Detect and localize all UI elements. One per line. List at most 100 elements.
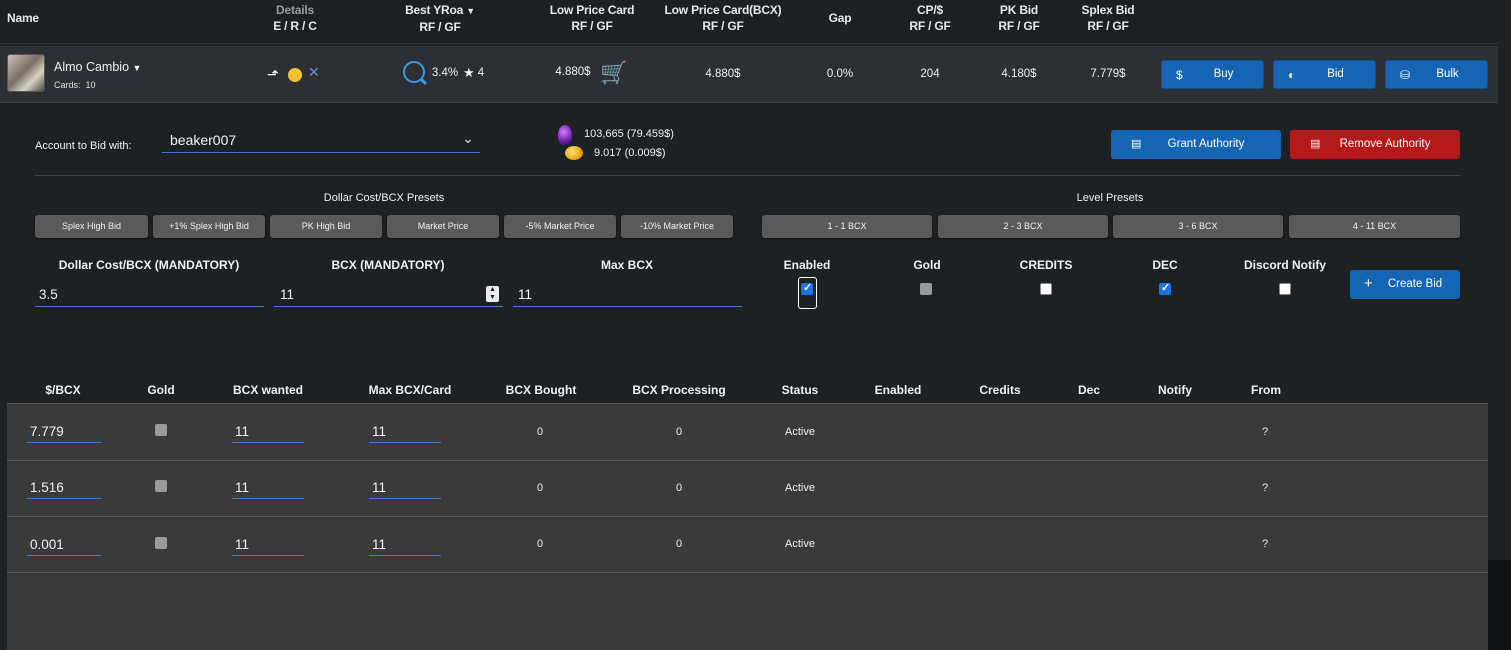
gold-checkbox[interactable] (920, 283, 932, 295)
col-enabled: Enabled (874, 383, 922, 397)
dec-checkbox[interactable] (1159, 281, 1171, 295)
discord-notify-checkbox[interactable] (1279, 283, 1291, 295)
row-status: Active (785, 426, 815, 438)
star-count: 4 (477, 67, 485, 79)
header-pk-bid[interactable]: PK Bid RF / GF (988, 2, 1050, 34)
account-label: Account to Bid with: (35, 140, 132, 152)
level-preset-4[interactable]: 4 - 11 BCX (1289, 215, 1460, 238)
bid-button[interactable]: ◐ Bid (1273, 60, 1376, 89)
level-presets-title: Level Presets (1076, 192, 1144, 204)
gap-value: 0.0% (826, 68, 854, 80)
row-gold-checkbox[interactable] (155, 537, 167, 549)
discord-notify-label: Discord Notify (1243, 258, 1326, 272)
preset-plus1-splex-high-bid[interactable]: +1% Splex High Bid (153, 215, 265, 238)
remove-authority-button[interactable]: ▤ Remove Authority (1290, 130, 1460, 159)
dollar-cost-label: Dollar Cost/BCX (MANDATORY) (58, 258, 240, 272)
row-bought: 0 (536, 482, 544, 494)
dollar-cost-input[interactable]: 3.5 (35, 285, 264, 307)
row-max-bcx-input[interactable]: 11 (369, 477, 441, 499)
row-processing: 0 (675, 482, 683, 494)
level-preset-2[interactable]: 2 - 3 BCX (938, 215, 1108, 238)
max-bcx-label: Max BCX (600, 258, 653, 272)
dec-coin-icon (565, 146, 583, 160)
header-name[interactable]: Name (7, 10, 39, 26)
enabled-label: Enabled (783, 258, 831, 272)
background-edge (1488, 560, 1511, 650)
splex-bid-value: 7.779$ (1090, 68, 1126, 80)
edition-icon: ⬏ (267, 66, 279, 82)
row-bought: 0 (536, 538, 544, 550)
enabled-checkbox[interactable] (801, 281, 813, 295)
header-cp[interactable]: CP/$ RF / GF (900, 2, 960, 34)
preset-minus5-market-price[interactable]: -5% Market Price (504, 215, 616, 238)
row-status: Active (785, 538, 815, 550)
row-gold-checkbox[interactable] (155, 424, 167, 436)
crossed-swords-icon: ✕ (308, 64, 320, 80)
credits-label: CREDITS (1019, 258, 1073, 272)
sort-down-icon: ▼ (466, 6, 475, 16)
card-name[interactable]: Almo Cambio ▼ (54, 60, 141, 74)
col-status: Status (781, 383, 819, 397)
divider (35, 175, 1460, 176)
row-max-bcx-input[interactable]: 11 (369, 421, 441, 443)
row-divider (7, 460, 1488, 461)
bids-table-body (7, 403, 1488, 650)
cart-icon[interactable]: 🛒 (600, 60, 627, 86)
analytics-search-handle (419, 77, 428, 86)
row-gold-checkbox[interactable] (155, 480, 167, 492)
create-bid-button[interactable]: + Create Bid (1350, 270, 1460, 299)
number-stepper[interactable]: ▲ ▼ (486, 286, 499, 302)
col-price: $/BCX (45, 383, 81, 397)
header-splex-bid[interactable]: Splex Bid RF / GF (1076, 2, 1140, 34)
caret-down-icon[interactable]: ▼ (133, 63, 142, 73)
account-select[interactable]: beaker007 ⌄ (162, 128, 480, 153)
row-price-input[interactable]: 0.001 (27, 534, 101, 556)
row-from: ? (1261, 538, 1269, 550)
col-dec: Dec (1077, 383, 1100, 397)
cp-value: 204 (920, 68, 940, 80)
col-bcx-processing: BCX Processing (632, 383, 726, 397)
row-bcx-wanted-input[interactable]: 11 (232, 477, 304, 499)
low-price-value: 4.880$ (555, 66, 591, 78)
bcx-label: BCX (MANDATORY) (331, 258, 445, 272)
pk-bid-value: 4.180$ (1001, 68, 1037, 80)
col-bcx-wanted: BCX wanted (232, 383, 303, 397)
buy-button[interactable]: $ Buy (1161, 60, 1264, 89)
best-yroa-value: 3.4% (431, 67, 459, 79)
header-details[interactable]: Details E / R / C (260, 2, 330, 34)
dec-label: DEC (1152, 258, 1178, 272)
row-price-input[interactable]: 1.516 (27, 477, 101, 499)
star-icon: ★ (463, 65, 475, 80)
col-from: From (1251, 383, 1281, 397)
card-thumbnail[interactable] (7, 54, 45, 92)
row-price-input[interactable]: 7.779 (27, 421, 101, 443)
preset-splex-high-bid[interactable]: Splex High Bid (35, 215, 148, 238)
gold-label: Gold (913, 258, 941, 272)
max-bcx-input[interactable]: 11 (513, 285, 742, 307)
dollar-presets-title: Dollar Cost/BCX Presets (323, 192, 445, 204)
table-header: Name Details E / R / C Best YRoa ▼ RF / … (0, 0, 1498, 44)
row-bought: 0 (536, 426, 544, 438)
low-price-bcx-value: 4.880$ (705, 68, 741, 80)
row-bcx-wanted-input[interactable]: 11 (232, 534, 304, 556)
preset-pk-high-bid[interactable]: PK High Bid (270, 215, 382, 238)
credits-checkbox[interactable] (1040, 283, 1052, 295)
preset-market-price[interactable]: Market Price (387, 215, 499, 238)
row-bcx-wanted-input[interactable]: 11 (232, 421, 304, 443)
level-preset-3[interactable]: 3 - 6 BCX (1113, 215, 1283, 238)
preset-minus10-market-price[interactable]: -10% Market Price (621, 215, 733, 238)
card-row: Almo Cambio ▼ Cards: 10 ⬏ ✕ 3.4% ★ 4 4.8… (0, 46, 1498, 103)
grant-authority-button[interactable]: ▤ Grant Authority (1111, 130, 1281, 159)
row-divider (7, 403, 1488, 404)
header-best-yroa[interactable]: Best YRoa ▼ RF / GF (400, 2, 480, 35)
header-low-price-bcx[interactable]: Low Price Card(BCX) RF / GF (662, 2, 784, 34)
col-notify: Notify (1158, 383, 1192, 397)
bcx-input[interactable]: 11 ▲ ▼ (274, 285, 503, 307)
row-max-bcx-input[interactable]: 11 (369, 534, 441, 556)
bulk-button[interactable]: ⛁ Bulk (1385, 60, 1488, 89)
level-preset-1[interactable]: 1 - 1 BCX (762, 215, 932, 238)
row-from: ? (1261, 482, 1269, 494)
col-gold: Gold (147, 383, 175, 397)
header-gap[interactable]: Gap (815, 10, 865, 26)
header-low-price[interactable]: Low Price Card RF / GF (542, 2, 642, 34)
